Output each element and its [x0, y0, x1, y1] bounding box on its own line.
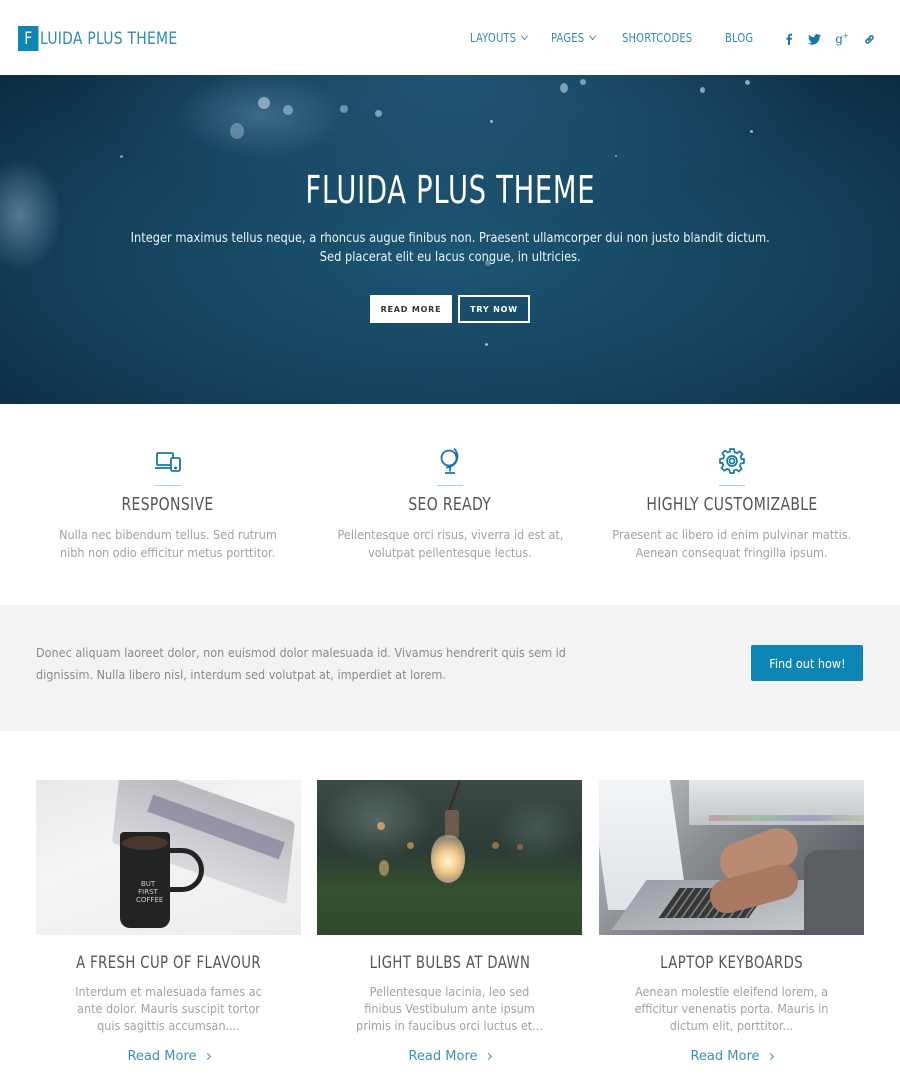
read-more-link[interactable]: Read More	[408, 1049, 492, 1064]
chevron-down-icon	[520, 31, 528, 40]
bokeh-light	[492, 842, 499, 849]
feature-description: Praesent ac libero id enim pulvinar matt…	[612, 527, 852, 560]
hero-text-line: Sed placerat elit eu lacus congue, in ul…	[319, 250, 581, 265]
bokeh-light	[615, 155, 617, 157]
bokeh-light	[375, 110, 382, 117]
google-plus-icon[interactable]: g+	[835, 31, 849, 47]
sleeve-shape	[804, 850, 864, 935]
bokeh-light	[283, 105, 293, 115]
feature-description: Nulla nec bibendum tellus. Sed rutrum nib…	[59, 527, 277, 560]
chevron-right-icon	[766, 1052, 774, 1061]
post-title[interactable]: A FRESH CUP OF FLAVOUR	[36, 953, 301, 973]
nav-item-pages[interactable]: PAGES	[551, 30, 596, 45]
bulb-glass	[431, 835, 465, 883]
read-more-link[interactable]: Read More	[690, 1049, 774, 1064]
post-excerpt: Pellentesque lacinia, leo sed finibus Ve…	[356, 984, 543, 1033]
find-out-how-button[interactable]: Find out how!	[751, 645, 863, 681]
gear-icon	[582, 445, 882, 477]
bokeh-light	[485, 343, 488, 346]
blog-post-card: LIGHT BULBS AT DAWN Pellentesque lacinia…	[317, 780, 582, 1065]
coffee-mug-laptop-photo[interactable]: BUT FIRST COFFEE	[36, 780, 301, 935]
chevron-down-icon	[588, 31, 596, 40]
blog-post-card: LAPTOP KEYBOARDS Aenean molestie eleifen…	[599, 780, 864, 1065]
nav-item-blog[interactable]: BLOG	[725, 30, 753, 45]
bokeh-light	[580, 79, 586, 85]
bokeh-light	[517, 844, 523, 850]
hero-description: Integer maximus tellus neque, a rhoncus …	[0, 229, 900, 267]
facebook-icon[interactable]	[782, 31, 796, 47]
post-excerpt: Aenean molestie eleifend lorem, a effici…	[634, 984, 829, 1033]
bokeh-light	[745, 80, 750, 85]
hero-text-line: Integer maximus tellus neque, a rhoncus …	[130, 231, 770, 246]
post-title[interactable]: LIGHT BULBS AT DAWN	[317, 953, 582, 973]
read-more-button[interactable]: READ MORE	[370, 295, 452, 323]
try-now-button[interactable]: TRY NOW	[458, 295, 530, 323]
feature-highly-customizable: HIGHLY CUSTOMIZABLE Praesent ac libero i…	[582, 445, 882, 562]
bokeh-light	[340, 105, 348, 113]
light-bulb-photo[interactable]	[317, 780, 582, 935]
nav-label: PAGES	[551, 30, 585, 45]
nav-label: BLOG	[725, 30, 754, 45]
google-plus-glyph: g+	[835, 32, 849, 46]
feature-title: SEO READY	[408, 495, 492, 515]
nav-label: SHORTCODES	[622, 30, 693, 45]
feature-responsive: RESPONSIVE Nulla nec bibendum tellus. Se…	[18, 445, 318, 562]
site-header: F LUIDA PLUS THEME LAYOUTS PAGES SHORTCO…	[0, 0, 900, 75]
bokeh-light	[407, 842, 414, 849]
chevron-right-icon	[203, 1052, 211, 1061]
nav-item-shortcodes[interactable]: SHORTCODES	[622, 30, 692, 45]
feature-divider	[437, 485, 463, 486]
feature-divider	[719, 485, 745, 486]
blog-post-card: BUT FIRST COFFEE A FRESH CUP OF FLAVOUR In…	[36, 780, 301, 1065]
mug-handle	[164, 848, 204, 892]
laptop-typing-photo[interactable]	[599, 780, 864, 935]
feature-title: RESPONSIVE	[121, 495, 215, 515]
mug-print: BUT FIRST COFFEE	[136, 880, 164, 904]
bokeh-light	[120, 155, 123, 158]
bokeh-light	[258, 97, 270, 109]
link-icon[interactable]	[862, 31, 876, 47]
call-to-action-band: Donec aliquam laoreet dolor, non euismod…	[0, 605, 900, 731]
cta-text: Donec aliquam laoreet dolor, non euismod…	[36, 645, 566, 682]
bulb-socket	[445, 810, 459, 838]
coffee-surface	[122, 836, 168, 850]
bokeh-light	[560, 83, 568, 93]
monitor-taskbar	[709, 815, 864, 821]
main-nav: LAYOUTS PAGES SHORTCODES BLOG	[0, 30, 900, 50]
bokeh-light	[490, 120, 493, 123]
feature-title: HIGHLY CUSTOMIZABLE	[646, 495, 818, 515]
post-excerpt: Interdum et malesuada fames ac ante dolo…	[75, 984, 262, 1033]
nav-label: LAYOUTS	[470, 30, 517, 45]
hero-title: FLUIDA PLUS THEME	[305, 168, 595, 212]
post-title[interactable]: LAPTOP KEYBOARDS	[599, 953, 864, 973]
bokeh-light	[750, 130, 753, 133]
nav-item-layouts[interactable]: LAYOUTS	[470, 30, 528, 45]
twitter-icon[interactable]	[807, 31, 821, 47]
globe-icon	[300, 445, 600, 477]
bokeh-light	[230, 123, 244, 139]
read-more-link[interactable]: Read More	[127, 1049, 211, 1064]
feature-description: Pellentesque orci risus, viverra id est …	[337, 527, 563, 560]
bokeh-light	[379, 860, 389, 876]
bokeh-light	[377, 822, 385, 830]
feature-seo-ready: SEO READY Pellentesque orci risus, viver…	[300, 445, 600, 562]
hero-banner: FLUIDA PLUS THEME Integer maximus tellus…	[0, 75, 900, 404]
bokeh-light	[700, 87, 705, 93]
chevron-right-icon	[484, 1052, 492, 1061]
responsive-devices-icon	[18, 445, 318, 477]
feature-divider	[155, 485, 181, 486]
